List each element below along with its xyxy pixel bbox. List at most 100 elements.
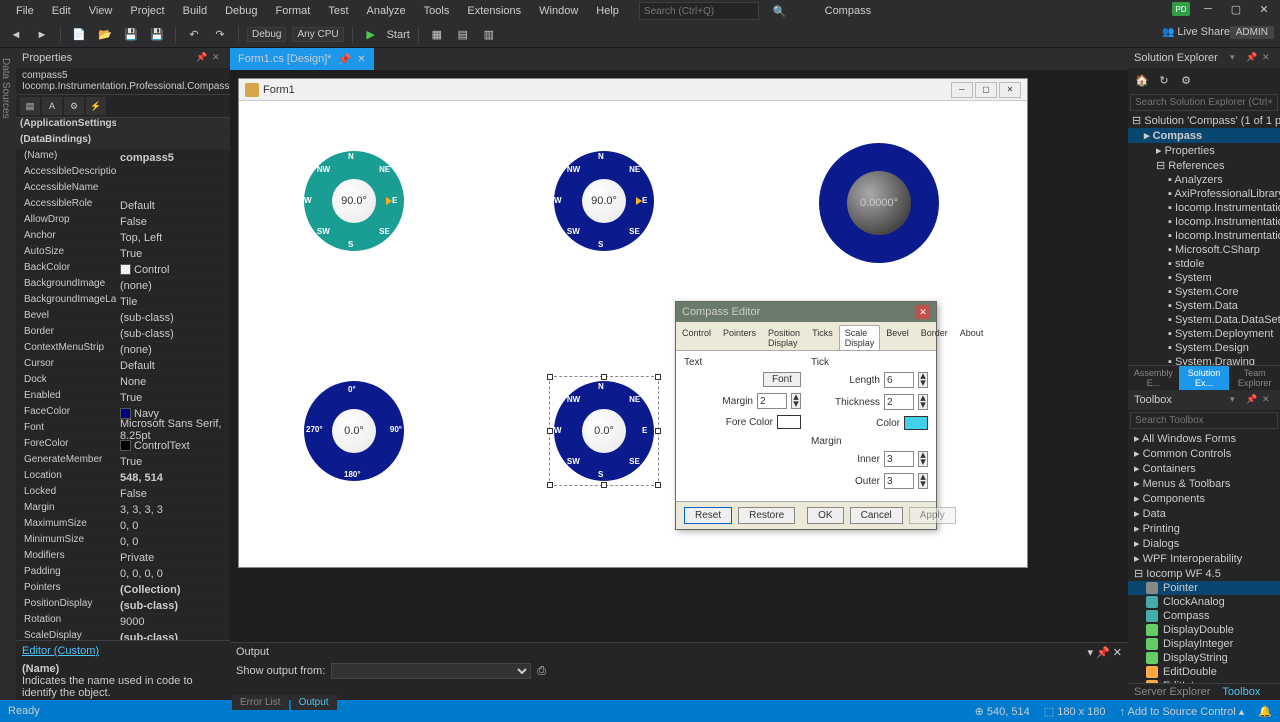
- compass1[interactable]: NNEESESSWWNW 90.0°: [304, 151, 404, 251]
- compass4[interactable]: 0° 90° 180° 270° 0.0°: [304, 381, 404, 481]
- align3-icon[interactable]: ▥: [479, 25, 499, 45]
- notifications-icon[interactable]: 🔔: [1258, 705, 1272, 718]
- save-icon[interactable]: 💾: [121, 25, 141, 45]
- toolbox-search[interactable]: [1130, 412, 1278, 429]
- redo-icon[interactable]: ↷: [210, 25, 230, 45]
- spinner[interactable]: ▴▾: [791, 393, 801, 409]
- solution-tree[interactable]: ⊟ Solution 'Compass' (1 of 1 project)▸ C…: [1128, 113, 1280, 365]
- user-badge[interactable]: PD: [1172, 2, 1190, 16]
- property-selector[interactable]: compass5 Iocomp.Instrumentation.Professi…: [16, 68, 230, 95]
- spinner[interactable]: ▴▾: [918, 372, 928, 388]
- start-button[interactable]: Start: [387, 29, 410, 41]
- dlg-tab-position-display[interactable]: Position Display: [762, 325, 806, 350]
- menu-format[interactable]: Format: [268, 2, 319, 20]
- text-margin-input[interactable]: [757, 393, 787, 409]
- close-panel-icon[interactable]: ✕: [212, 52, 224, 64]
- restore-button[interactable]: Restore: [738, 507, 795, 524]
- nav-back-icon[interactable]: ◄: [6, 25, 26, 45]
- menu-view[interactable]: View: [81, 2, 121, 20]
- menu-test[interactable]: Test: [320, 2, 356, 20]
- dlg-tab-pointers[interactable]: Pointers: [717, 325, 762, 350]
- new-icon[interactable]: 📄: [69, 25, 89, 45]
- minimize-icon[interactable]: ─: [1198, 2, 1218, 16]
- dlg-tab-border[interactable]: Border: [915, 325, 954, 350]
- dlg-tab-scale-display[interactable]: Scale Display: [839, 325, 881, 350]
- open-icon[interactable]: 📂: [95, 25, 115, 45]
- menu-build[interactable]: Build: [175, 2, 215, 20]
- maximize-icon[interactable]: ▢: [1226, 2, 1246, 16]
- editor-link[interactable]: Editor (Custom): [22, 645, 99, 657]
- dlg-tab-bevel[interactable]: Bevel: [880, 325, 915, 350]
- menu-debug[interactable]: Debug: [217, 2, 265, 20]
- close-icon[interactable]: ✕: [1254, 2, 1274, 16]
- outer-input[interactable]: [884, 473, 914, 489]
- menu-help[interactable]: Help: [588, 2, 627, 20]
- dialog-close-icon[interactable]: ✕: [916, 305, 930, 319]
- prop-icon[interactable]: ⚙: [64, 97, 84, 115]
- saveall-icon[interactable]: 💾: [147, 25, 167, 45]
- output-source-combo[interactable]: [331, 663, 531, 679]
- pin-icon[interactable]: 📌: [196, 52, 208, 64]
- tab-form1[interactable]: Form1.cs [Design]* 📌 ✕: [230, 48, 374, 70]
- home-icon[interactable]: 🏠: [1132, 70, 1152, 90]
- undo-icon[interactable]: ↶: [184, 25, 204, 45]
- forecolor-swatch[interactable]: [777, 415, 801, 429]
- reset-button[interactable]: Reset: [684, 507, 732, 524]
- compass2[interactable]: NNEESESSWWNW 90.0°: [554, 151, 654, 251]
- out-pin-icon[interactable]: ▾ 📌 ✕: [1087, 647, 1122, 659]
- nav-fwd-icon[interactable]: ►: [32, 25, 52, 45]
- left-rail[interactable]: Data Sources: [0, 48, 16, 700]
- tab-pin-icon[interactable]: 📌: [338, 53, 352, 66]
- errorlist-tab[interactable]: Error List: [232, 695, 289, 710]
- server-explorer-tab[interactable]: Server Explorer: [1128, 684, 1216, 700]
- compass5[interactable]: NNEESESSWWNW 0.0°: [554, 381, 654, 481]
- spinner[interactable]: ▴▾: [918, 473, 928, 489]
- events-icon[interactable]: ⚡: [86, 97, 106, 115]
- start-icon[interactable]: ▶: [361, 25, 381, 45]
- team-tab[interactable]: Team Explorer: [1229, 366, 1280, 390]
- tick-color-swatch[interactable]: [904, 416, 928, 430]
- toolbox-list[interactable]: ▸ All Windows Forms▸ Common Controls▸ Co…: [1128, 431, 1280, 683]
- menu-extensions[interactable]: Extensions: [459, 2, 529, 20]
- spinner[interactable]: ▴▾: [918, 451, 928, 467]
- dlg-tab-ticks[interactable]: Ticks: [806, 325, 839, 350]
- output-tab[interactable]: Output: [291, 695, 337, 710]
- thickness-input[interactable]: [884, 394, 914, 410]
- asm-tab[interactable]: Assembly E...: [1128, 366, 1179, 390]
- font-button[interactable]: Font: [763, 372, 801, 387]
- form-designer[interactable]: Form1 ─ ▢ ✕ NNEESESSWWNW 90.0°: [238, 78, 1028, 568]
- property-grid[interactable]: (ApplicationSettings)(DataBindings)(Name…: [16, 118, 230, 640]
- ok-button[interactable]: OK: [807, 507, 843, 524]
- source-control-button[interactable]: ↑ Add to Source Control ▴: [1120, 705, 1245, 718]
- compass-editor-dialog[interactable]: Compass Editor ✕ ControlPointersPosition…: [675, 301, 937, 530]
- spinner[interactable]: ▴▾: [918, 394, 928, 410]
- cat-icon[interactable]: ▤: [20, 97, 40, 115]
- menu-file[interactable]: File: [8, 2, 42, 20]
- properties-header: Properties 📌✕: [16, 48, 230, 68]
- liveshare-button[interactable]: 👥 Live Share: [1162, 26, 1230, 38]
- solution-search[interactable]: [1130, 94, 1278, 111]
- config-combo[interactable]: Debug: [247, 27, 286, 42]
- dlg-tab-control[interactable]: Control: [676, 325, 717, 350]
- out-btn-icon[interactable]: ⎙: [537, 665, 546, 678]
- tab-close-icon[interactable]: ✕: [357, 54, 365, 65]
- menu-project[interactable]: Project: [122, 2, 172, 20]
- align2-icon[interactable]: ▤: [453, 25, 473, 45]
- length-input[interactable]: [884, 372, 914, 388]
- cancel-button[interactable]: Cancel: [850, 507, 903, 524]
- dlg-tab-about[interactable]: About: [954, 325, 990, 350]
- toolbox-tab[interactable]: Toolbox: [1216, 684, 1266, 700]
- apply-button[interactable]: Apply: [909, 507, 956, 524]
- compass3[interactable]: 0.0000°: [819, 143, 939, 263]
- dialog-titlebar[interactable]: Compass Editor ✕: [676, 302, 936, 322]
- menu-edit[interactable]: Edit: [44, 2, 79, 20]
- align-icon[interactable]: ▦: [427, 25, 447, 45]
- sol-tab[interactable]: Solution Ex...: [1179, 366, 1230, 390]
- menu-window[interactable]: Window: [531, 2, 586, 20]
- menu-analyze[interactable]: Analyze: [359, 2, 414, 20]
- inner-input[interactable]: [884, 451, 914, 467]
- search-input[interactable]: [639, 2, 759, 20]
- menu-tools[interactable]: Tools: [416, 2, 458, 20]
- platform-combo[interactable]: Any CPU: [292, 27, 343, 42]
- az-icon[interactable]: A: [42, 97, 62, 115]
